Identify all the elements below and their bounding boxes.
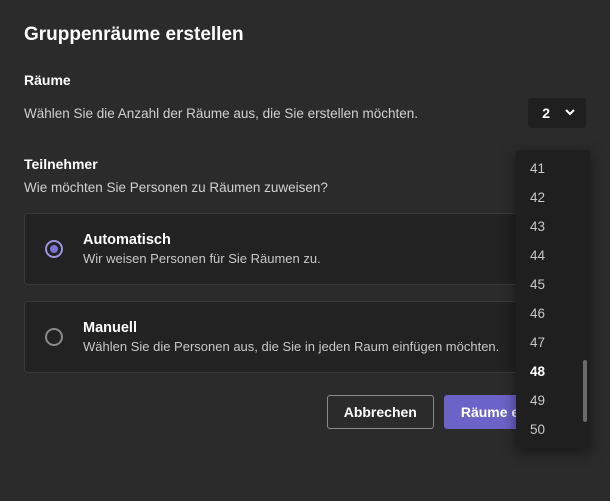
dropdown-option[interactable]: 44	[516, 241, 590, 270]
rooms-description: Wählen Sie die Anzahl der Räume aus, die…	[24, 106, 418, 121]
chevron-down-icon	[564, 105, 576, 121]
dropdown-option[interactable]: 45	[516, 270, 590, 299]
dialog-footer: Abbrechen Räume erstellen	[24, 395, 586, 429]
option-automatic-desc: Wir weisen Personen für Sie Räumen zu.	[83, 251, 321, 266]
option-automatic[interactable]: Automatisch Wir weisen Personen für Sie …	[24, 213, 586, 285]
participants-section: Teilnehmer Wie möchten Sie Personen zu R…	[24, 156, 586, 195]
rooms-section: Räume Wählen Sie die Anzahl der Räume au…	[24, 72, 586, 128]
room-count-value: 2	[542, 105, 550, 121]
participants-label: Teilnehmer	[24, 156, 586, 172]
dropdown-option[interactable]: 42	[516, 183, 590, 212]
dropdown-option[interactable]: 48	[516, 357, 590, 386]
cancel-button[interactable]: Abbrechen	[327, 395, 434, 429]
participants-description: Wie möchten Sie Personen zu Räumen zuwei…	[24, 180, 586, 195]
dialog-title: Gruppenräume erstellen	[24, 24, 586, 46]
room-count-select[interactable]: 2	[528, 98, 586, 128]
dropdown-option[interactable]: 43	[516, 212, 590, 241]
rooms-label: Räume	[24, 72, 586, 88]
option-automatic-title: Automatisch	[83, 232, 321, 248]
radio-automatic[interactable]	[45, 240, 63, 258]
dropdown-option[interactable]: 50	[516, 415, 590, 444]
dropdown-scrollbar[interactable]	[583, 360, 587, 422]
dropdown-option[interactable]: 47	[516, 328, 590, 357]
option-manual-desc: Wählen Sie die Personen aus, die Sie in …	[83, 339, 499, 354]
radio-manual[interactable]	[45, 328, 63, 346]
option-manual[interactable]: Manuell Wählen Sie die Personen aus, die…	[24, 301, 586, 373]
dropdown-option[interactable]: 46	[516, 299, 590, 328]
dropdown-option[interactable]: 41	[516, 154, 590, 183]
room-count-dropdown[interactable]: 41424344454647484950	[516, 150, 590, 448]
option-manual-title: Manuell	[83, 320, 499, 336]
dropdown-option[interactable]: 49	[516, 386, 590, 415]
